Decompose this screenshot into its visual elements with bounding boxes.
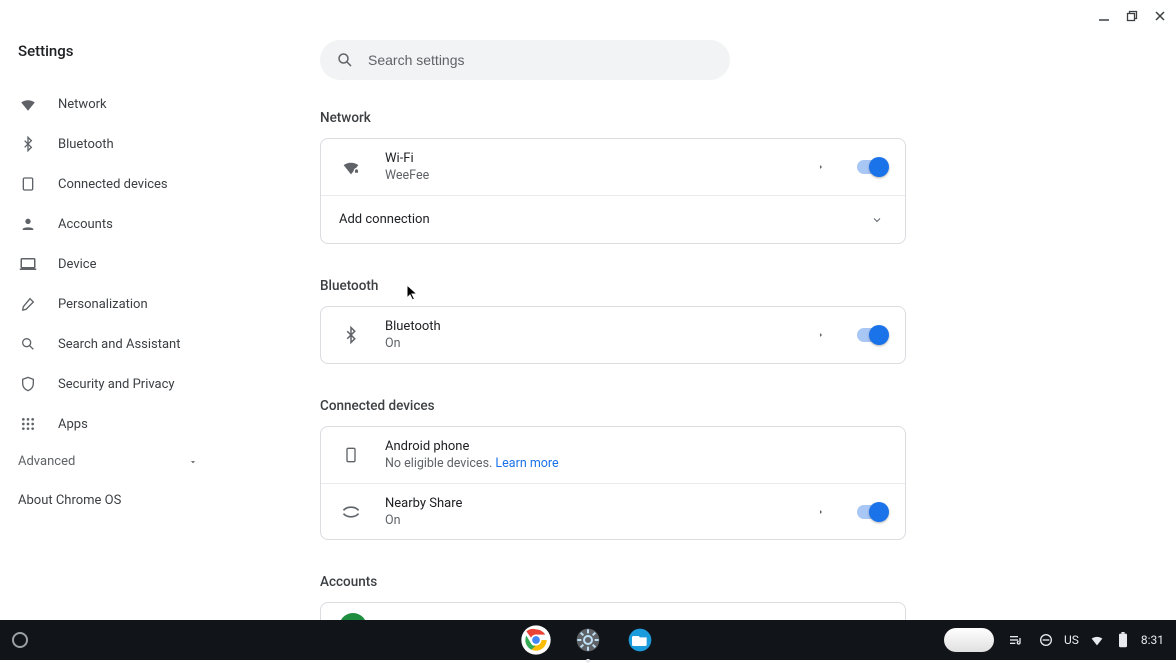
connected-card: Android phone No eligible devices. Learn…	[320, 426, 906, 540]
sidebar-advanced[interactable]: Advanced	[18, 444, 198, 479]
bluetooth-card: Bluetooth On	[320, 306, 906, 364]
bluetooth-icon	[339, 323, 363, 347]
chevron-down-icon	[188, 457, 198, 467]
sidebar-item-personalization[interactable]: Personalization	[18, 284, 220, 324]
search-input[interactable]	[368, 52, 714, 68]
wifi-toggle[interactable]	[857, 160, 887, 174]
sidebar-about[interactable]: About Chrome OS	[18, 479, 220, 522]
sidebar-item-bluetooth[interactable]: Bluetooth	[18, 124, 220, 164]
shield-icon	[18, 374, 38, 394]
network-card: Wi-Fi WeeFee Add connection	[320, 138, 906, 244]
wifi-row[interactable]: Wi-Fi WeeFee	[321, 139, 905, 195]
add-connection-label: Add connection	[339, 212, 867, 227]
phone-icon	[339, 443, 363, 467]
search-icon	[18, 334, 38, 354]
clock: 8:31	[1141, 633, 1164, 647]
settings-app-icon[interactable]	[570, 622, 606, 658]
dnd-icon	[1038, 632, 1054, 648]
learn-more-link[interactable]: Learn more	[495, 456, 558, 471]
nearby-title: Nearby Share	[385, 496, 811, 511]
sidebar-item-device[interactable]: Device	[18, 244, 220, 284]
chevron-right-icon	[811, 502, 831, 522]
android-sub-text: No eligible devices.	[385, 456, 495, 471]
section-title-bluetooth: Bluetooth	[320, 278, 1136, 294]
laptop-icon	[18, 254, 38, 274]
wifi-tray-icon	[1089, 632, 1105, 648]
nearby-share-icon	[339, 500, 363, 524]
android-title: Android phone	[385, 439, 887, 454]
sidebar-item-label: Security and Privacy	[58, 377, 175, 392]
section-title-network: Network	[320, 110, 1136, 126]
android-sub: No eligible devices. Learn more	[385, 456, 887, 471]
nearby-sub: On	[385, 513, 811, 528]
sidebar-item-label: Network	[58, 97, 107, 112]
sidebar-item-label: Search and Assistant	[58, 337, 181, 352]
search-icon	[336, 51, 354, 69]
wifi-sub: WeeFee	[385, 168, 811, 183]
add-connection-row[interactable]: Add connection	[321, 195, 905, 243]
tray-tote-pill[interactable]	[944, 628, 994, 652]
sidebar: Settings Network Bluetooth Connected dev…	[0, 0, 220, 620]
sidebar-item-label: Bluetooth	[58, 137, 114, 152]
sidebar-advanced-label: Advanced	[18, 454, 75, 469]
sidebar-item-search-assistant[interactable]: Search and Assistant	[18, 324, 220, 364]
chrome-app-icon[interactable]	[518, 622, 554, 658]
bluetooth-toggle[interactable]	[857, 328, 887, 342]
bluetooth-icon	[18, 134, 38, 154]
main-content: Network Wi-Fi WeeFee Add connection	[220, 0, 1176, 620]
sidebar-item-apps[interactable]: Apps	[18, 404, 220, 444]
sidebar-about-label: About Chrome OS	[18, 493, 121, 508]
chevron-right-icon	[811, 157, 831, 177]
bluetooth-sub: On	[385, 336, 811, 351]
bluetooth-title: Bluetooth	[385, 319, 811, 334]
ime-label: US	[1064, 633, 1079, 647]
wifi-icon	[18, 94, 38, 114]
apps-icon	[18, 414, 38, 434]
launcher-button[interactable]	[12, 632, 28, 648]
sidebar-item-label: Personalization	[58, 297, 148, 312]
page-title: Settings	[18, 0, 220, 84]
sidebar-item-accounts[interactable]: Accounts	[18, 204, 220, 244]
playlist-icon[interactable]	[1008, 632, 1024, 648]
chevron-down-icon	[867, 210, 887, 230]
sidebar-item-label: Connected devices	[58, 177, 168, 192]
android-phone-row[interactable]: Android phone No eligible devices. Learn…	[321, 427, 905, 483]
nearby-share-row[interactable]: Nearby Share On	[321, 483, 905, 539]
files-app-icon[interactable]	[622, 622, 658, 658]
sidebar-item-label: Apps	[58, 417, 88, 432]
shelf	[518, 622, 658, 658]
section-title-accounts: Accounts	[320, 574, 1136, 590]
bluetooth-row[interactable]: Bluetooth On	[321, 307, 905, 363]
sidebar-item-connected-devices[interactable]: Connected devices	[18, 164, 220, 204]
sidebar-item-label: Accounts	[58, 217, 113, 232]
system-tray[interactable]: US 8:31	[944, 628, 1164, 652]
nearby-share-toggle[interactable]	[857, 505, 887, 519]
search-bar[interactable]	[320, 40, 730, 80]
sidebar-item-network[interactable]: Network	[18, 84, 220, 124]
wifi-title: Wi-Fi	[385, 151, 811, 166]
chevron-right-icon	[811, 325, 831, 345]
sidebar-item-security-privacy[interactable]: Security and Privacy	[18, 364, 220, 404]
battery-tray-icon	[1115, 632, 1131, 648]
person-icon	[18, 214, 38, 234]
wifi-icon	[339, 155, 363, 179]
sidebar-item-label: Device	[58, 257, 97, 272]
devices-icon	[18, 174, 38, 194]
section-title-connected: Connected devices	[320, 398, 1136, 414]
taskbar: US 8:31	[0, 620, 1176, 660]
brush-icon	[18, 294, 38, 314]
